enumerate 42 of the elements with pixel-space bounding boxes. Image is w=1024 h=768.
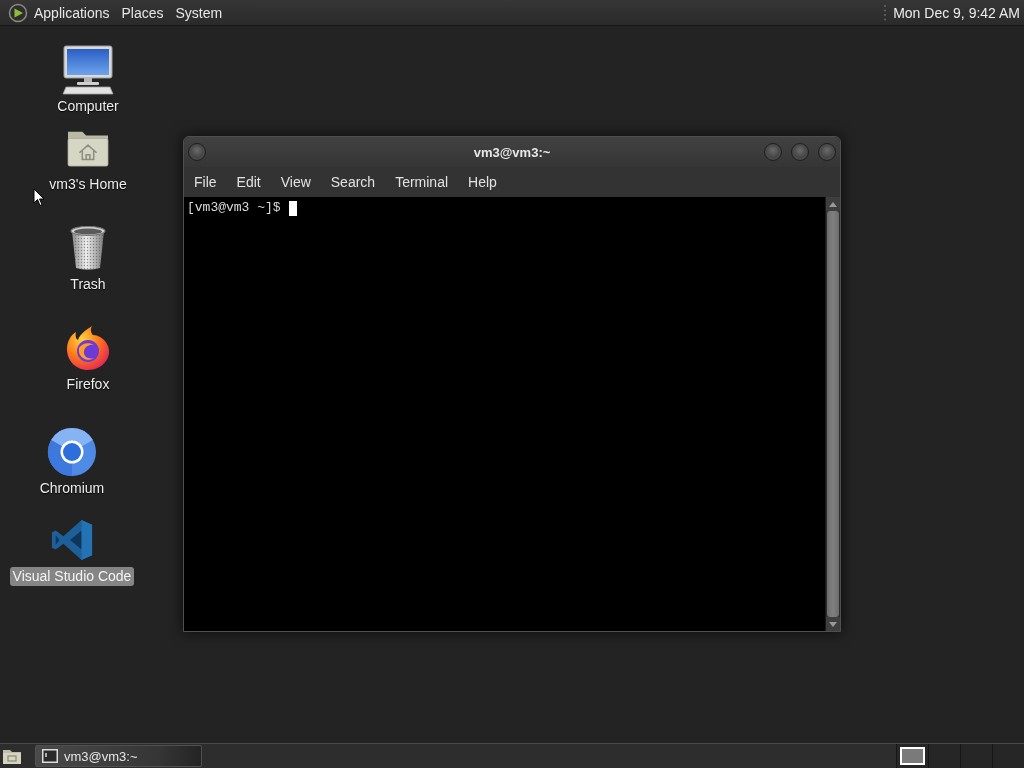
vscode-icon[interactable] xyxy=(50,518,94,562)
scroll-up-button[interactable] xyxy=(826,197,840,211)
menu-item[interactable]: Help xyxy=(458,169,507,195)
up-arrow-icon xyxy=(829,201,837,207)
maximize-button[interactable] xyxy=(791,143,809,161)
window-title: vm3@vm3:~ xyxy=(473,144,551,160)
menu-item[interactable]: Terminal xyxy=(385,169,459,195)
clock[interactable]: Mon Dec 9, 9:42 AM xyxy=(893,3,1020,22)
title-bar[interactable]: vm3@vm3:~ xyxy=(184,137,840,167)
chromium-icon[interactable] xyxy=(47,427,97,477)
minimize-button[interactable] xyxy=(764,143,782,161)
panel-handle-icon[interactable] xyxy=(883,3,888,22)
mouse-pointer-icon xyxy=(33,188,45,207)
show-desktop-icon[interactable] xyxy=(2,747,22,765)
desktop-icon-label[interactable]: Computer xyxy=(54,97,122,116)
window-menu-button[interactable] xyxy=(188,143,206,161)
menu-item[interactable]: File xyxy=(184,169,227,195)
scroll-down-button[interactable] xyxy=(826,617,840,631)
panel-menu[interactable]: System xyxy=(169,1,229,24)
trash-bin-icon[interactable] xyxy=(68,225,108,271)
down-arrow-icon xyxy=(829,621,837,627)
terminal-area[interactable]: [vm3@vm3 ~]$ xyxy=(184,197,825,631)
scrollbar-thumb[interactable] xyxy=(827,211,839,617)
menu-item[interactable]: Edit xyxy=(226,169,271,195)
distro-logo-icon[interactable] xyxy=(8,2,28,23)
desktop-icon-label[interactable]: Trash xyxy=(67,275,109,294)
computer-icon[interactable] xyxy=(60,45,116,95)
taskbar-button[interactable]: vm3@vm3:~ xyxy=(35,745,202,767)
block-cursor-icon xyxy=(288,200,297,216)
panel-menu[interactable]: Applications xyxy=(28,1,116,24)
workspace-button[interactable] xyxy=(896,744,928,768)
terminal-prompt: [vm3@vm3 ~]$ xyxy=(187,200,281,216)
menu-item[interactable]: Search xyxy=(320,169,386,195)
desktop-icon-label[interactable]: vm3's Home xyxy=(46,175,130,194)
terminal-icon xyxy=(42,749,58,763)
close-button[interactable] xyxy=(818,143,836,161)
menu-item[interactable]: View xyxy=(270,169,321,195)
desktop-icon-label[interactable]: Chromium xyxy=(36,479,108,498)
panel-menu[interactable]: Places xyxy=(115,1,170,24)
desktop-icon-label[interactable]: Firefox xyxy=(63,375,113,394)
firefox-icon[interactable] xyxy=(64,324,112,372)
scrollbar-track[interactable] xyxy=(825,197,840,631)
